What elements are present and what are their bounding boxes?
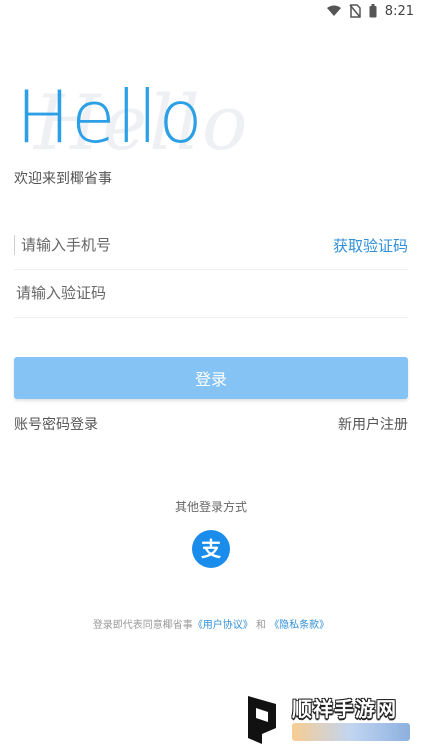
alipay-icon: 支: [201, 537, 222, 561]
code-input[interactable]: [14, 284, 408, 302]
watermark-subtitle-band: [292, 723, 410, 741]
agreement-prefix: 登录即代表同意椰省事: [92, 620, 193, 631]
agreement-and: 和: [256, 620, 266, 631]
status-bar: 8:21: [0, 0, 422, 22]
phone-field: 获取验证码: [14, 221, 408, 270]
battery-icon: [369, 4, 377, 18]
hello-text: Hello: [16, 75, 204, 159]
no-sim-icon: [349, 4, 361, 18]
password-login-link[interactable]: 账号密码登录: [14, 414, 98, 434]
other-login-title: 其他登录方式: [174, 500, 247, 514]
phone-input[interactable]: [17, 236, 333, 254]
register-link[interactable]: 新用户注册: [338, 414, 408, 434]
svg-text:支: 支: [201, 537, 222, 561]
watermark-title: 顺祥手游网: [292, 697, 397, 721]
user-agreement-link[interactable]: 《用户协议》: [193, 620, 253, 631]
agreement-text: 登录即代表同意椰省事《用户协议》 和 《隐私条款》: [0, 616, 422, 631]
login-button[interactable]: 登录: [14, 357, 408, 399]
watermark-logo-icon: [248, 696, 276, 744]
privacy-policy-link[interactable]: 《隐私条款》: [269, 620, 329, 631]
status-time: 8:21: [384, 3, 414, 19]
alipay-login-button[interactable]: 支: [192, 530, 230, 568]
code-field: [14, 269, 408, 318]
wifi-icon: [326, 5, 341, 16]
welcome-text: 欢迎来到椰省事: [14, 171, 112, 187]
hello-title: Hello Hello: [16, 72, 276, 167]
text-caret: [14, 235, 15, 255]
watermark: 顺祥手游网: [238, 694, 418, 746]
get-code-button[interactable]: 获取验证码: [333, 235, 408, 256]
